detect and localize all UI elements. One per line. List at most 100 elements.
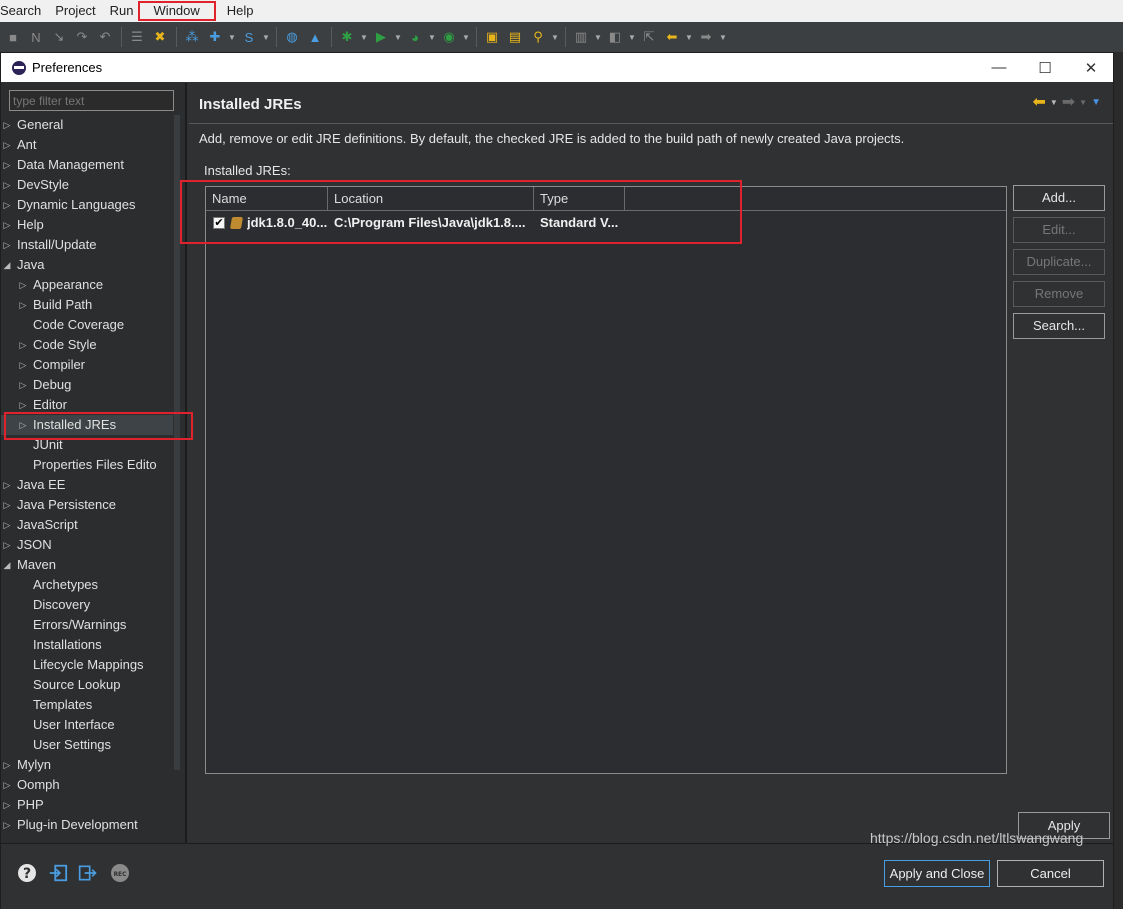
jre-table[interactable]: Name Location Type ✔ jdk1.8.0_40... C:\P…	[205, 186, 1007, 774]
menu-window[interactable]: Window	[137, 1, 216, 21]
collapsed-arrow-icon[interactable]: ▷	[2, 775, 12, 795]
tree-item[interactable]: Discovery	[1, 595, 173, 615]
export-icon[interactable]	[78, 863, 98, 883]
step-into-icon[interactable]: ↘	[48, 26, 70, 48]
remove-button[interactable]: Remove	[1013, 281, 1105, 307]
collapsed-arrow-icon[interactable]: ▷	[2, 495, 12, 515]
annotation-icon[interactable]: ▥	[570, 26, 592, 48]
tree-item[interactable]: User Interface	[1, 715, 173, 735]
collapsed-arrow-icon[interactable]: ▷	[2, 155, 12, 175]
collapsed-arrow-icon[interactable]: ▷	[18, 355, 28, 375]
column-name[interactable]: Name	[206, 187, 328, 210]
tree-item[interactable]: ▷ Help	[1, 215, 173, 235]
apply-and-close-button[interactable]: Apply and Close	[884, 860, 990, 887]
expanded-arrow-icon[interactable]: ◢	[2, 555, 12, 575]
tree-item[interactable]: ▷ General	[1, 115, 173, 135]
run-icon[interactable]: ▶	[370, 26, 392, 48]
search-icon[interactable]: ⚲	[527, 26, 549, 48]
skip-breakpoints-icon[interactable]: ✖	[149, 26, 171, 48]
deploy-icon[interactable]: ▲	[304, 26, 326, 48]
collapsed-arrow-icon[interactable]: ▷	[2, 195, 12, 215]
collapsed-arrow-icon[interactable]: ▷	[2, 115, 12, 135]
import-icon[interactable]	[48, 863, 68, 883]
tree-item[interactable]: Templates	[1, 695, 173, 715]
collapsed-arrow-icon[interactable]: ▷	[18, 375, 28, 395]
collapsed-arrow-icon[interactable]: ▷	[2, 135, 12, 155]
help-icon[interactable]: ?	[17, 863, 37, 883]
tree-item[interactable]: Source Lookup	[1, 675, 173, 695]
new-project-icon[interactable]: ✚	[204, 26, 226, 48]
collapsed-arrow-icon[interactable]: ▷	[18, 275, 28, 295]
tree-item[interactable]: ▷ DevStyle	[1, 175, 173, 195]
collapsed-arrow-icon[interactable]: ▷	[2, 755, 12, 775]
tree-item[interactable]: ▷ Oomph	[1, 775, 173, 795]
open-task-icon[interactable]: ▤	[504, 26, 526, 48]
tree-item[interactable]: ▷ Mylyn	[1, 755, 173, 775]
new-class-icon[interactable]: S	[238, 26, 260, 48]
filter-input[interactable]	[9, 90, 174, 111]
cancel-button[interactable]: Cancel	[997, 860, 1104, 887]
tree-item[interactable]: Code Coverage	[1, 315, 173, 335]
collapsed-arrow-icon[interactable]: ▷	[2, 175, 12, 195]
collapsed-arrow-icon[interactable]: ▷	[2, 815, 12, 835]
tree-item[interactable]: ◢ Maven	[1, 555, 173, 575]
tree-item[interactable]: JUnit	[1, 435, 173, 455]
tree-item[interactable]: ▷ Compiler	[1, 355, 173, 375]
collapsed-arrow-icon[interactable]: ▷	[2, 795, 12, 815]
record-icon[interactable]: REC	[110, 863, 130, 883]
pin-icon[interactable]: ⇱	[638, 26, 660, 48]
default-jre-checkbox[interactable]: ✔	[213, 217, 225, 229]
outline-icon[interactable]: ☰	[126, 26, 148, 48]
duplicate-button[interactable]: Duplicate...	[1013, 249, 1105, 275]
step-over-icon[interactable]: ↷	[71, 26, 93, 48]
column-type[interactable]: Type	[534, 187, 625, 210]
table-row[interactable]: ✔ jdk1.8.0_40... C:\Program Files\Java\j…	[206, 212, 1006, 234]
tree-item[interactable]: Lifecycle Mappings	[1, 655, 173, 675]
tree-item[interactable]: User Settings	[1, 735, 173, 755]
tree-item[interactable]: Properties Files Edito	[1, 455, 173, 475]
tree-item[interactable]: ▷ Install/Update	[1, 235, 173, 255]
tree-item[interactable]: ▷ Build Path	[1, 295, 173, 315]
tree-item[interactable]: Errors/Warnings	[1, 615, 173, 635]
back-arrow-icon[interactable]: ⬅	[661, 26, 683, 48]
external-tools-icon[interactable]: ◉	[438, 26, 460, 48]
collapsed-arrow-icon[interactable]: ▷	[2, 535, 12, 555]
stop-icon[interactable]: ■	[2, 26, 24, 48]
menu-run[interactable]: Run	[103, 1, 134, 21]
tree-item[interactable]: ▷ Debug	[1, 375, 173, 395]
tree-item[interactable]: ▷ PHP	[1, 795, 173, 815]
tree-item[interactable]: ▷ Installed JREs	[1, 415, 173, 435]
tree-item[interactable]: ◢ Java	[1, 255, 173, 275]
tree-item[interactable]: ▷ Ant	[1, 135, 173, 155]
forward-icon[interactable]: ➡	[1062, 92, 1075, 112]
tree-item[interactable]: ▷ Dynamic Languages	[1, 195, 173, 215]
close-icon[interactable]: ✕	[1068, 53, 1114, 82]
tree-item[interactable]: Archetypes	[1, 575, 173, 595]
tree-item[interactable]: ▷ Appearance	[1, 275, 173, 295]
menu-search[interactable]: Search	[0, 1, 48, 21]
collapsed-arrow-icon[interactable]: ▷	[18, 335, 28, 355]
debug-bug-icon[interactable]: ✱	[336, 26, 358, 48]
add-button[interactable]: Add...	[1013, 185, 1105, 211]
collapsed-arrow-icon[interactable]: ▷	[2, 235, 12, 255]
tree-scrollbar[interactable]	[174, 115, 180, 770]
open-type-icon[interactable]: ▣	[481, 26, 503, 48]
maximize-icon[interactable]: ☐	[1022, 53, 1068, 82]
tree-item[interactable]: ▷ JSON	[1, 535, 173, 555]
menu-help[interactable]: Help	[220, 1, 261, 21]
view-menu-icon[interactable]: ▼	[1091, 97, 1101, 108]
tree-item[interactable]: ▷ Java EE	[1, 475, 173, 495]
collapsed-arrow-icon[interactable]: ▷	[2, 215, 12, 235]
tree-item[interactable]: ▷ JavaScript	[1, 515, 173, 535]
collapsed-arrow-icon[interactable]: ▷	[18, 395, 28, 415]
tree-item[interactable]: ▷ Data Management	[1, 155, 173, 175]
expanded-arrow-icon[interactable]: ◢	[2, 255, 12, 275]
tree-item[interactable]: ▷ Code Style	[1, 335, 173, 355]
last-edit-icon[interactable]: ◧	[604, 26, 626, 48]
tree-item[interactable]: ▷ Plug-in Development	[1, 815, 173, 835]
coverage-icon[interactable]: ◕	[404, 26, 426, 48]
collapsed-arrow-icon[interactable]: ▷	[18, 295, 28, 315]
tree-item[interactable]: ▷ Editor	[1, 395, 173, 415]
menu-project[interactable]: Project	[48, 1, 102, 21]
globe-icon[interactable]: ◍	[281, 26, 303, 48]
